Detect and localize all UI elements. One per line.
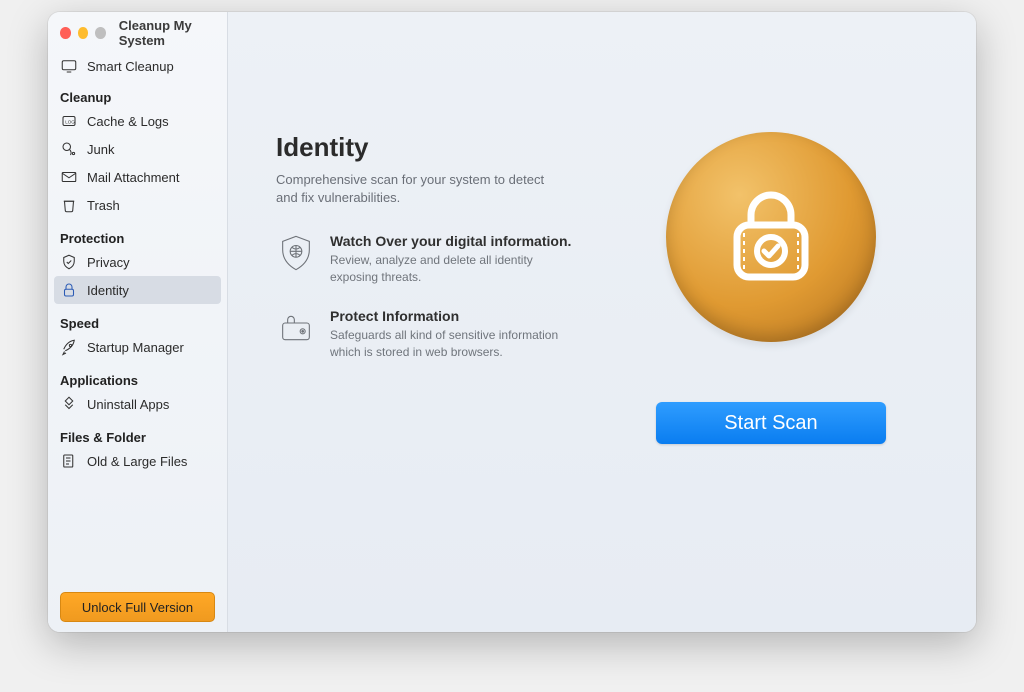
sidebar-section-speed: Speed Startup Manager bbox=[48, 306, 227, 363]
trash-icon bbox=[60, 196, 78, 214]
shield-icon bbox=[60, 253, 78, 271]
monitor-icon bbox=[60, 57, 78, 75]
main-left-column: Identity Comprehensive scan for your sys… bbox=[276, 132, 606, 592]
unlock-button-label: Unlock Full Version bbox=[82, 600, 193, 615]
section-header-applications: Applications bbox=[48, 367, 227, 390]
lock-icon bbox=[60, 281, 78, 299]
start-scan-button[interactable]: Start Scan bbox=[656, 402, 886, 444]
sidebar-item-label: Smart Cleanup bbox=[87, 59, 174, 74]
section-header-speed: Speed bbox=[48, 310, 227, 333]
sidebar-section-files: Files & Folder Old & Large Files bbox=[48, 420, 227, 477]
close-window-button[interactable] bbox=[60, 27, 71, 39]
sidebar-section-applications: Applications Uninstall Apps bbox=[48, 363, 227, 420]
maximize-window-button[interactable] bbox=[95, 27, 106, 39]
sidebar-item-mail-attachment[interactable]: Mail Attachment bbox=[48, 163, 227, 191]
feature-desc: Safeguards all kind of sensitive informa… bbox=[330, 327, 570, 361]
apps-icon bbox=[60, 395, 78, 413]
section-header-cleanup: Cleanup bbox=[48, 84, 227, 107]
sidebar-section-protection: Protection Privacy Identity bbox=[48, 221, 227, 306]
sidebar-item-trash[interactable]: Trash bbox=[48, 191, 227, 219]
sidebar-item-old-large-files[interactable]: Old & Large Files bbox=[48, 447, 227, 475]
titlebar: Cleanup My System bbox=[48, 20, 227, 46]
wallet-lock-icon bbox=[276, 308, 316, 348]
rocket-icon bbox=[60, 338, 78, 356]
start-scan-label: Start Scan bbox=[724, 412, 817, 434]
mail-icon bbox=[60, 168, 78, 186]
log-icon: LOG bbox=[60, 112, 78, 130]
sidebar-item-label: Uninstall Apps bbox=[87, 397, 169, 412]
sidebar-item-label: Old & Large Files bbox=[87, 454, 187, 469]
sidebar-item-label: Junk bbox=[87, 142, 114, 157]
sidebar-item-smart-cleanup[interactable]: Smart Cleanup bbox=[48, 52, 227, 80]
sidebar-item-label: Startup Manager bbox=[87, 340, 184, 355]
sidebar-item-privacy[interactable]: Privacy bbox=[48, 248, 227, 276]
sidebar-item-uninstall-apps[interactable]: Uninstall Apps bbox=[48, 390, 227, 418]
sidebar-item-identity[interactable]: Identity bbox=[54, 276, 221, 304]
feature-desc: Review, analyze and delete all identity … bbox=[330, 252, 570, 286]
minimize-window-button[interactable] bbox=[78, 27, 89, 39]
sidebar: Cleanup My System Smart Cleanup Cleanup … bbox=[48, 12, 228, 632]
sidebar-item-startup-manager[interactable]: Startup Manager bbox=[48, 333, 227, 361]
sidebar-item-label: Privacy bbox=[87, 255, 130, 270]
junk-icon bbox=[60, 140, 78, 158]
sidebar-item-label: Trash bbox=[87, 198, 120, 213]
feature-title: Protect Information bbox=[330, 308, 570, 324]
sidebar-item-cache-logs[interactable]: LOG Cache & Logs bbox=[48, 107, 227, 135]
feature-watch-over: Watch Over your digital information. Rev… bbox=[276, 233, 606, 286]
app-window: Cleanup My System Smart Cleanup Cleanup … bbox=[48, 12, 976, 632]
sidebar-item-junk[interactable]: Junk bbox=[48, 135, 227, 163]
sidebar-item-label: Cache & Logs bbox=[87, 114, 169, 129]
unlock-full-version-button[interactable]: Unlock Full Version bbox=[60, 592, 215, 622]
section-header-files: Files & Folder bbox=[48, 424, 227, 447]
page-subtitle: Comprehensive scan for your system to de… bbox=[276, 171, 566, 207]
files-icon bbox=[60, 452, 78, 470]
sidebar-section-cleanup: Cleanup LOG Cache & Logs Junk Mail Attac… bbox=[48, 80, 227, 221]
feature-title: Watch Over your digital information. bbox=[330, 233, 571, 249]
sidebar-item-label: Identity bbox=[87, 283, 129, 298]
identity-hero-icon bbox=[666, 132, 876, 342]
shield-globe-icon bbox=[276, 233, 316, 273]
main-content: Identity Comprehensive scan for your sys… bbox=[228, 12, 976, 632]
sidebar-item-label: Mail Attachment bbox=[87, 170, 180, 185]
window-title: Cleanup My System bbox=[119, 18, 227, 48]
feature-protect-information: Protect Information Safeguards all kind … bbox=[276, 308, 606, 361]
main-right-column: Start Scan bbox=[606, 132, 936, 592]
section-header-protection: Protection bbox=[48, 225, 227, 248]
svg-text:LOG: LOG bbox=[65, 119, 75, 124]
page-title: Identity bbox=[276, 132, 606, 163]
